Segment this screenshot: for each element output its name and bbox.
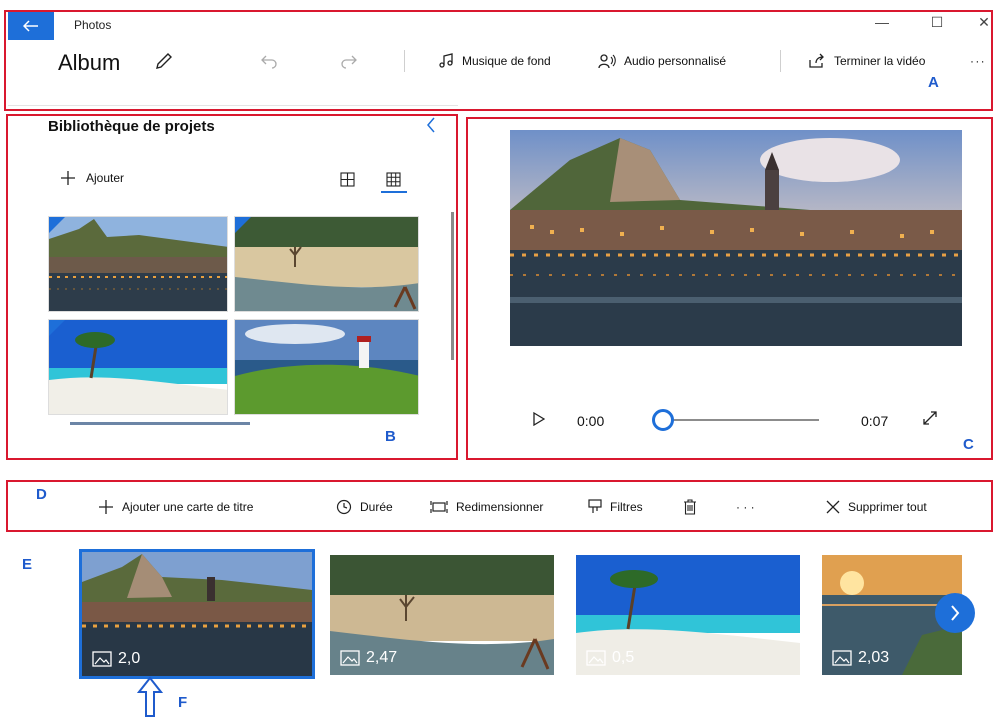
play-button[interactable]	[533, 411, 546, 431]
resize-label: Redimensionner	[456, 500, 544, 514]
plus-icon	[99, 500, 113, 514]
delete-all-label: Supprimer tout	[848, 500, 927, 514]
delete-all-button[interactable]: Supprimer tout	[826, 496, 927, 518]
annotation-label-d: D	[36, 486, 47, 503]
trash-icon	[684, 499, 696, 515]
selected-corner-marker	[49, 217, 65, 233]
image-icon	[832, 650, 852, 666]
chevron-left-icon	[427, 117, 435, 133]
library-thumbnail[interactable]	[234, 319, 419, 415]
storyboard-more-button[interactable]: · · ·	[736, 496, 755, 518]
library-thumbnail[interactable]	[48, 319, 228, 415]
library-scrollbar[interactable]	[451, 212, 454, 360]
chevron-right-icon	[951, 605, 960, 621]
annotation-arrow-f	[136, 676, 164, 718]
clock-icon	[336, 499, 352, 515]
highlight-frame-a	[4, 10, 993, 111]
card-duration-value: 0,5	[612, 649, 635, 666]
annotation-label-e: E	[22, 556, 33, 573]
delete-button[interactable]	[683, 496, 697, 518]
collapse-library-button[interactable]	[425, 116, 437, 139]
up-arrow-icon	[136, 676, 164, 717]
fullscreen-button[interactable]	[922, 410, 938, 431]
card-duration-value: 2,0	[118, 650, 141, 667]
card-duration-value: 2,03	[858, 649, 890, 666]
grid-large-icon	[340, 172, 355, 187]
add-title-card-label: Ajouter une carte de titre	[122, 500, 254, 514]
add-media-label: Ajouter	[86, 171, 125, 185]
resize-button[interactable]: Redimensionner	[430, 496, 543, 518]
town-river-image	[49, 217, 227, 311]
town-river-image	[510, 130, 962, 346]
grid-small-icon	[386, 172, 401, 187]
storyboard-card[interactable]: 2,0	[79, 549, 315, 679]
seek-bar-track[interactable]	[667, 419, 819, 421]
play-icon	[533, 411, 546, 427]
annotation-label-c: C	[963, 436, 974, 453]
resize-icon	[430, 501, 448, 513]
total-time: 0:07	[861, 413, 889, 429]
large-grid-view-button[interactable]	[340, 172, 355, 192]
library-thumbnail-partial	[70, 422, 250, 425]
duration-button[interactable]: Durée	[336, 496, 393, 518]
lighthouse-image	[235, 320, 418, 414]
card-duration: 2,0	[92, 650, 140, 668]
add-media-button[interactable]: Ajouter	[60, 170, 124, 186]
seek-bar-thumb[interactable]	[652, 409, 674, 431]
current-time: 0:00	[577, 413, 605, 429]
active-view-indicator	[381, 191, 407, 193]
storyboard-card[interactable]: 0,5	[576, 555, 800, 675]
close-icon	[826, 500, 840, 514]
image-icon	[340, 650, 360, 666]
filter-icon	[588, 499, 602, 513]
beach-trees-image	[235, 217, 418, 311]
card-duration: 0,5	[586, 649, 634, 667]
filters-button[interactable]: Filtres	[588, 496, 643, 518]
image-icon	[92, 651, 112, 667]
card-duration: 2,03	[832, 649, 889, 667]
plus-icon	[61, 171, 75, 185]
tropical-beach-image	[49, 320, 227, 414]
annotation-label-b: B	[385, 428, 396, 445]
card-duration: 2,47	[340, 649, 397, 667]
expand-icon	[923, 411, 937, 425]
filters-label: Filtres	[610, 500, 643, 514]
duration-label: Durée	[360, 500, 393, 514]
library-title: Bibliothèque de projets	[48, 118, 215, 135]
selected-corner-marker	[235, 217, 251, 233]
library-thumbnail[interactable]	[48, 216, 228, 312]
library-thumbnail[interactable]	[234, 216, 419, 312]
video-preview[interactable]	[510, 130, 962, 346]
image-icon	[586, 650, 606, 666]
card-duration-value: 2,47	[366, 649, 398, 666]
storyboard-card[interactable]: 2,47	[330, 555, 554, 675]
small-grid-view-button[interactable]	[386, 172, 401, 192]
storyboard-next-button[interactable]	[935, 593, 975, 633]
annotation-label-a: A	[928, 74, 939, 91]
selected-corner-marker	[49, 320, 65, 336]
add-title-card-button[interactable]: Ajouter une carte de titre	[98, 496, 253, 518]
annotation-label-f: F	[178, 694, 188, 711]
